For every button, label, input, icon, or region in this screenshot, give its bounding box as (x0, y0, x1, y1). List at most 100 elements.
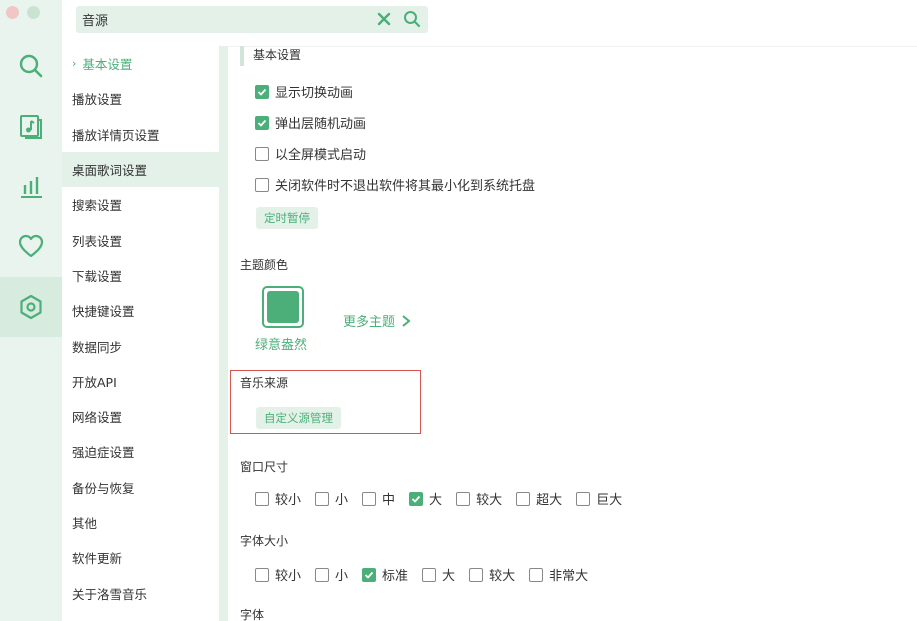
nav-item-update[interactable]: 软件更新 (62, 540, 219, 575)
timer-pause-button[interactable]: 定时暂停 (256, 207, 318, 229)
window-size-option[interactable]: 超大 (516, 489, 562, 508)
check-icon (411, 495, 421, 503)
checkbox[interactable] (255, 115, 269, 130)
nav-item-ocd[interactable]: 强迫症设置 (62, 434, 219, 469)
checkbox[interactable] (409, 491, 424, 506)
theme-name: 绿意盎然 (255, 338, 308, 353)
font-size-option[interactable]: 小 (315, 565, 348, 584)
nav-item-list[interactable]: 列表设置 (62, 222, 219, 257)
window-size-option[interactable]: 小 (315, 489, 348, 508)
song-list-nav-button[interactable] (0, 96, 62, 156)
nav-item-label: 其他 (72, 516, 98, 531)
check-icon (257, 88, 267, 96)
checkbox[interactable] (529, 567, 544, 582)
settings-hexagon-icon (20, 294, 42, 320)
checkbox[interactable] (576, 491, 591, 506)
option-label: 较大 (476, 493, 503, 508)
search-icon (19, 54, 43, 78)
option-fullscreen-start[interactable]: 以全屏模式启动 (255, 144, 366, 163)
settings-nav: › 基本设置 播放设置 播放详情页设置 桌面歌词设置 搜索设置 列表设置 下载设置… (62, 46, 219, 621)
search-bar (76, 6, 428, 33)
font-size-option[interactable]: 标准 (362, 565, 408, 584)
nav-item-label: 软件更新 (72, 551, 123, 567)
option-label: 巨大 (596, 493, 623, 508)
nav-item-play-detail[interactable]: 播放详情页设置 (62, 117, 219, 152)
nav-item-label: 桌面歌词设置 (72, 163, 148, 179)
window-size-option[interactable]: 较小 (255, 489, 301, 508)
window-size-option[interactable]: 中 (362, 489, 395, 508)
nav-item-label: 搜索设置 (72, 198, 123, 214)
checkbox[interactable] (456, 491, 471, 506)
check-icon (364, 571, 374, 579)
nav-item-desktop-lyric[interactable]: 桌面歌词设置 (62, 151, 219, 188)
option-label: 大 (429, 493, 443, 508)
theme-swatch-green[interactable] (262, 286, 304, 328)
font-size-option[interactable]: 较小 (255, 565, 301, 584)
basic-section-title: 基本设置 (253, 48, 302, 62)
search-input[interactable] (82, 9, 362, 30)
more-themes-label: 更多主题 (343, 315, 396, 330)
checkbox[interactable] (255, 567, 269, 582)
checkbox[interactable] (362, 567, 377, 582)
nav-item-other[interactable]: 其他 (62, 505, 219, 540)
font-size-option[interactable]: 大 (422, 565, 455, 584)
option-switch-animation[interactable]: 显示切换动画 (255, 82, 353, 101)
option-popup-animation[interactable]: 弹出层随机动画 (255, 113, 366, 132)
clear-search-icon[interactable] (376, 11, 392, 27)
close-window-icon[interactable] (6, 6, 19, 19)
nav-item-about[interactable]: 关于洛雪音乐 (62, 575, 219, 610)
font-title: 字体 (240, 608, 265, 621)
font-size-option[interactable]: 非常大 (529, 565, 588, 584)
checkbox[interactable] (315, 567, 330, 582)
check-icon (257, 119, 267, 127)
window-size-option[interactable]: 较大 (456, 489, 502, 508)
more-themes-link[interactable]: 更多主题 (343, 311, 411, 330)
checkbox[interactable] (255, 491, 269, 506)
minimize-window-icon[interactable] (27, 6, 40, 19)
checkbox[interactable] (315, 491, 330, 506)
checkbox[interactable] (255, 146, 269, 161)
checkbox[interactable] (516, 491, 531, 506)
nav-item-download[interactable]: 下载设置 (62, 258, 219, 293)
leaderboard-nav-button[interactable] (0, 156, 62, 216)
font-size-option[interactable]: 较大 (469, 565, 515, 584)
settings-nav-button[interactable] (0, 277, 62, 337)
nav-item-label: 网络设置 (72, 410, 123, 426)
nav-scrollbar[interactable] (219, 46, 228, 621)
heart-icon (18, 234, 44, 258)
checkbox[interactable] (255, 177, 269, 192)
custom-source-manage-button[interactable]: 自定义源管理 (256, 407, 341, 429)
window-size-option[interactable]: 大 (409, 489, 442, 508)
nav-item-play[interactable]: 播放设置 (62, 81, 219, 116)
checkbox[interactable] (255, 84, 269, 99)
search-nav-button[interactable] (0, 36, 62, 96)
nav-item-label: 快捷键设置 (72, 304, 135, 320)
option-label: 中 (382, 493, 396, 508)
nav-item-backup[interactable]: 备份与恢复 (62, 470, 219, 505)
nav-item-label: 播放详情页设置 (72, 127, 160, 143)
settings-content: 基本设置 显示切换动画 弹出层随机动画 以全屏模式启动 关闭软件时不退出软件将其… (228, 46, 917, 621)
theme-color-fill (267, 291, 299, 323)
nav-item-basic[interactable]: › 基本设置 (62, 46, 219, 81)
chevron-right-icon: › (72, 57, 77, 71)
checkbox[interactable] (422, 567, 437, 582)
nav-item-search[interactable]: 搜索设置 (62, 187, 219, 222)
search-submit-icon[interactable] (403, 10, 421, 28)
checkbox[interactable] (362, 491, 377, 506)
nav-item-sync[interactable]: 数据同步 (62, 328, 219, 363)
option-label: 超大 (536, 493, 563, 508)
nav-item-label: 关于洛雪音乐 (72, 586, 148, 602)
option-label: 大 (442, 569, 456, 584)
nav-item-network[interactable]: 网络设置 (62, 399, 219, 434)
favorites-nav-button[interactable] (0, 216, 62, 276)
font-size-options: 较小 小 标准 大 较大 非常大 (255, 565, 602, 584)
checkbox[interactable] (469, 567, 484, 582)
option-label: 显示切换动画 (275, 86, 354, 101)
section-marker (240, 46, 244, 66)
option-label: 标准 (382, 569, 409, 584)
nav-item-hotkey[interactable]: 快捷键设置 (62, 293, 219, 328)
option-minimize-to-tray[interactable]: 关闭软件时不退出软件将其最小化到系统托盘 (255, 175, 535, 194)
window-size-options: 较小 小 中 大 较大 超大 巨大 (255, 489, 636, 508)
window-size-option[interactable]: 巨大 (576, 489, 622, 508)
nav-item-open-api[interactable]: 开放API (62, 364, 219, 399)
